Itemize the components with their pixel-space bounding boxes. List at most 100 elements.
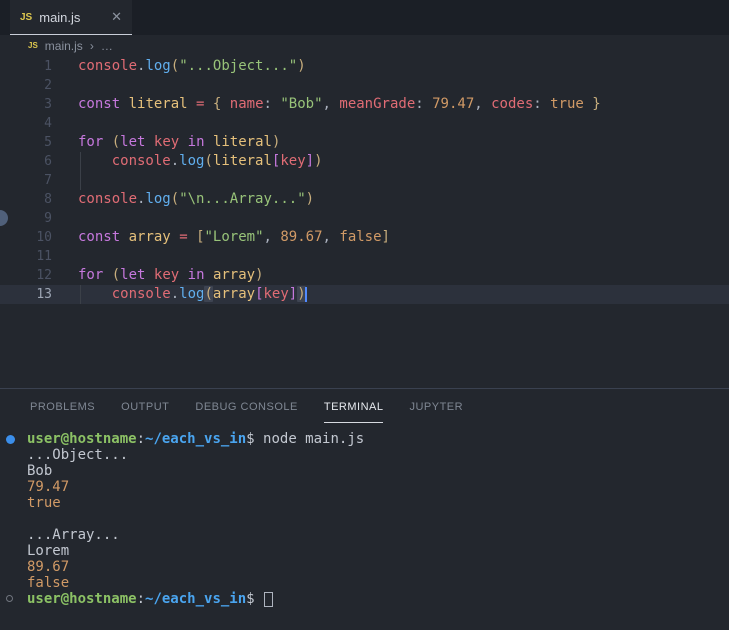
line-number[interactable]: 12 — [0, 266, 58, 285]
code-text[interactable] — [58, 114, 729, 133]
line-number[interactable]: 7 — [0, 171, 58, 190]
line-number[interactable]: 2 — [0, 76, 58, 95]
code-line[interactable]: 6 console.log(literal[key]) — [0, 152, 729, 171]
panel-tab-problems[interactable]: PROBLEMS — [30, 389, 95, 423]
terminal-token: : — [136, 591, 146, 607]
breadcrumb-item-file[interactable]: main.js — [45, 39, 83, 53]
code-line[interactable]: 2 — [0, 76, 729, 95]
code-line[interactable]: 10 const array = ["Lorem", 89.67, false] — [0, 228, 729, 247]
breadcrumb-ellipsis[interactable]: … — [101, 39, 113, 53]
panel-tab-terminal[interactable]: TERMINAL — [323, 389, 384, 423]
terminal[interactable]: user@hostname:~/each_vs_in$ node main.js… — [0, 423, 729, 630]
code-token: 79.47 — [432, 96, 475, 112]
code-token: ) — [314, 153, 323, 169]
code-token: ( — [170, 58, 180, 74]
breadcrumb-js-file-icon: JS — [28, 41, 38, 50]
code-token: const — [78, 96, 121, 112]
code-text[interactable] — [58, 171, 729, 190]
code-line[interactable]: 7 — [0, 171, 729, 190]
code-line[interactable]: 8 console.log("\n...Array...") — [0, 190, 729, 209]
editor-lines: 1 console.log("...Object...") 2 3 const lite… — [0, 57, 729, 304]
code-token: . — [170, 153, 180, 169]
line-number[interactable]: 13 — [0, 285, 58, 304]
line-number[interactable]: 9 — [0, 209, 58, 228]
panel-tab-jupyter[interactable]: JUPYTER — [409, 389, 463, 423]
code-token: "...Object..." — [179, 58, 298, 74]
line-number[interactable]: 3 — [0, 95, 58, 114]
code-text[interactable]: console.log("\n...Array...") — [58, 190, 729, 209]
line-number[interactable]: 5 — [0, 133, 58, 152]
code-token: ) — [271, 134, 281, 150]
terminal-line: Lorem — [0, 543, 729, 559]
code-text[interactable] — [58, 247, 729, 266]
code-token: ( — [111, 267, 121, 283]
line-number[interactable]: 10 — [0, 228, 58, 247]
terminal-cursor — [264, 592, 274, 607]
code-text[interactable]: console.log(array[key]) — [58, 285, 729, 304]
code-text[interactable]: for (let key in array) — [58, 266, 729, 285]
terminal-token: Bob — [27, 463, 53, 479]
line-number[interactable]: 4 — [0, 114, 58, 133]
code-token: literal — [212, 134, 272, 150]
code-token: console — [111, 286, 171, 302]
editor-tab-main-js[interactable]: JS main.js ✕ — [10, 0, 132, 35]
code-line[interactable]: 11 — [0, 247, 729, 266]
terminal-token: 79.47 — [27, 479, 70, 495]
code-text[interactable]: console.log(literal[key]) — [58, 152, 729, 171]
code-line[interactable]: 1 console.log("...Object...") — [0, 57, 729, 76]
code-text[interactable]: const literal = { name: "Bob", meanGrade… — [58, 95, 729, 114]
code-line[interactable]: 9 — [0, 209, 729, 228]
panel-tabs: PROBLEMS OUTPUT DEBUG CONSOLE TERMINAL JUPYT… — [30, 389, 489, 423]
code-editor[interactable]: 1 console.log("...Object...") 2 3 const lite… — [0, 56, 729, 388]
code-token: console — [78, 58, 138, 74]
line-number[interactable]: 11 — [0, 247, 58, 266]
code-token: key — [280, 153, 306, 169]
code-token: ( — [111, 134, 121, 150]
terminal-content: user@hostname:~/each_vs_in$ node main.js… — [0, 431, 729, 607]
code-token: ) — [297, 58, 306, 74]
code-token: key — [153, 267, 180, 283]
code-text[interactable]: console.log("...Object...") — [58, 57, 729, 76]
line-number[interactable]: 1 — [0, 57, 58, 76]
panel-tab-output[interactable]: OUTPUT — [121, 389, 169, 423]
code-text[interactable] — [58, 209, 729, 228]
vscode-window: JS main.js ✕ JS main.js › … 1 console.log… — [0, 0, 729, 630]
code-token: name — [229, 96, 264, 112]
terminal-token: false — [27, 575, 70, 591]
indent-guide — [80, 171, 81, 190]
code-line[interactable]: 12 for (let key in array) — [0, 266, 729, 285]
code-text[interactable]: for (let key in literal) — [58, 133, 729, 152]
code-token: codes — [491, 96, 534, 112]
line-number[interactable]: 6 — [0, 152, 58, 171]
code-token: ] — [288, 286, 298, 302]
code-token: in — [187, 134, 205, 150]
code-line[interactable]: 13 console.log(array[key]) — [0, 285, 729, 304]
terminal-token: $ — [246, 431, 255, 447]
tab-bar: JS main.js ✕ — [0, 0, 729, 35]
code-token: ] — [381, 229, 390, 245]
code-line[interactable]: 4 — [0, 114, 729, 133]
code-token: , — [322, 229, 340, 245]
code-line[interactable]: 5 for (let key in literal) — [0, 133, 729, 152]
code-text[interactable]: const array = ["Lorem", 89.67, false] — [58, 228, 729, 247]
code-token: meanGrade — [339, 96, 416, 112]
bottom-panel: PROBLEMS OUTPUT DEBUG CONSOLE TERMINAL JUPYT… — [0, 388, 729, 630]
code-token: [ — [255, 286, 264, 302]
code-token: , — [474, 96, 492, 112]
code-token: log — [179, 286, 205, 302]
code-text[interactable] — [58, 76, 729, 95]
code-token: literal — [128, 96, 188, 112]
panel-tab-debug-console[interactable]: DEBUG CONSOLE — [195, 389, 297, 423]
code-token: const — [78, 229, 121, 245]
code-line[interactable]: 3 const literal = { name: "Bob", meanGrad… — [0, 95, 729, 114]
code-token: 89.67 — [280, 229, 323, 245]
line-number[interactable]: 8 — [0, 190, 58, 209]
tab-close-icon[interactable]: ✕ — [111, 9, 122, 25]
code-token: key — [153, 134, 180, 150]
code-token: : — [263, 96, 281, 112]
panel-header: PROBLEMS OUTPUT DEBUG CONSOLE TERMINAL JUPYT… — [0, 389, 729, 423]
